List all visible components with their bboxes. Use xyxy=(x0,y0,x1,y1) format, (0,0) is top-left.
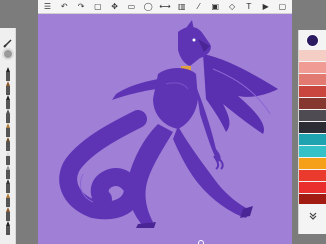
brush-settings-icon-glyph xyxy=(3,39,12,48)
ruler-icon: ⁄ xyxy=(197,2,200,11)
crop-icon: ▭ xyxy=(127,2,136,11)
brush-slot-11[interactable] xyxy=(3,206,13,221)
fill-icon: ▥ xyxy=(177,2,186,11)
brush-slot-1[interactable] xyxy=(3,66,13,81)
color-swatch[interactable] xyxy=(299,170,326,181)
lasso-button[interactable]: ◯ xyxy=(143,1,154,12)
layers-button[interactable]: ▢ xyxy=(92,1,103,12)
fullscreen-button[interactable]: ▢ xyxy=(277,1,288,12)
brush-slot-9[interactable] xyxy=(3,178,13,193)
eraser-icon xyxy=(6,151,10,165)
color-swatch[interactable] xyxy=(299,86,326,97)
color-swatch[interactable] xyxy=(299,182,326,193)
color-swatch[interactable] xyxy=(299,134,326,145)
redo-icon: ↷ xyxy=(77,2,85,11)
undo-icon: ↶ xyxy=(60,2,68,11)
redo-button[interactable]: ↷ xyxy=(76,1,87,12)
effects-icon: ◇ xyxy=(229,2,236,11)
drawing-app: ☰ ↶ ↷ ▢ ✥ ▭ ◯ ⟷ ▥ ⁄ ▣ ◇ T ▶ ▢ xyxy=(0,0,326,244)
drawing-canvas[interactable] xyxy=(38,14,292,244)
marker-icon xyxy=(6,221,10,235)
current-color-swatch[interactable] xyxy=(306,34,319,47)
video-button[interactable]: ▶ xyxy=(260,1,271,12)
color-swatch[interactable] xyxy=(299,122,326,133)
airbrush-icon xyxy=(6,109,10,123)
chevron-down-icon xyxy=(309,212,316,220)
palette-settings-button[interactable] xyxy=(299,204,326,226)
brush-slot-5[interactable] xyxy=(3,122,13,137)
brush-slot-12[interactable] xyxy=(3,220,13,235)
brush-slot-6[interactable] xyxy=(3,136,13,151)
brush-slot-3[interactable] xyxy=(3,94,13,109)
smudge-icon xyxy=(6,165,10,179)
lasso-icon: ◯ xyxy=(143,2,153,11)
color-swatch[interactable] xyxy=(299,62,326,73)
symmetry-icon: ⟷ xyxy=(159,2,171,11)
brush-icon xyxy=(6,193,10,207)
brush-slot-8[interactable] xyxy=(3,164,13,179)
color-swatch[interactable] xyxy=(299,158,326,169)
brush-settings-icon[interactable] xyxy=(3,33,13,48)
pencil-icon xyxy=(6,179,10,193)
artwork-wolf-figure xyxy=(38,14,292,244)
text-button[interactable]: T xyxy=(243,1,254,12)
effects-button[interactable]: ◇ xyxy=(227,1,238,12)
brush-slot-10[interactable] xyxy=(3,192,13,207)
video-icon: ▶ xyxy=(262,2,269,11)
top-toolbar: ☰ ↶ ↷ ▢ ✥ ▭ ◯ ⟷ ▥ ⁄ ▣ ◇ T ▶ ▢ xyxy=(38,0,292,14)
brush-slot-4[interactable] xyxy=(3,108,13,123)
transform-button[interactable]: ✥ xyxy=(109,1,120,12)
color-swatch[interactable] xyxy=(299,50,326,61)
brush-icon xyxy=(6,137,10,151)
color-swatch[interactable] xyxy=(299,74,326,85)
brush-icon xyxy=(6,207,10,221)
menu-button[interactable]: ☰ xyxy=(42,1,53,12)
pencil-icon xyxy=(6,67,10,81)
canvas-handle[interactable] xyxy=(198,240,204,244)
image-button[interactable]: ▣ xyxy=(210,1,221,12)
fullscreen-icon: ▢ xyxy=(278,2,287,11)
image-icon: ▣ xyxy=(211,2,220,11)
pen-icon xyxy=(6,95,10,109)
symmetry-button[interactable]: ⟷ xyxy=(159,1,170,12)
text-icon: T xyxy=(246,2,252,11)
color-swatch[interactable] xyxy=(299,110,326,121)
brush-slot-7[interactable] xyxy=(3,150,13,165)
crop-button[interactable]: ▭ xyxy=(126,1,137,12)
color-swatch[interactable] xyxy=(299,146,326,157)
brush-size-indicator[interactable] xyxy=(2,48,14,60)
marker-icon xyxy=(6,81,10,95)
fill-button[interactable]: ▥ xyxy=(176,1,187,12)
undo-button[interactable]: ↶ xyxy=(59,1,70,12)
menu-icon: ☰ xyxy=(43,2,52,11)
brush-icon xyxy=(6,123,10,137)
layers-icon: ▢ xyxy=(94,2,102,11)
ruler-button[interactable]: ⁄ xyxy=(193,1,204,12)
transform-icon: ✥ xyxy=(111,2,118,11)
color-swatch[interactable] xyxy=(299,98,326,109)
brush-slot-2[interactable] xyxy=(3,80,13,95)
